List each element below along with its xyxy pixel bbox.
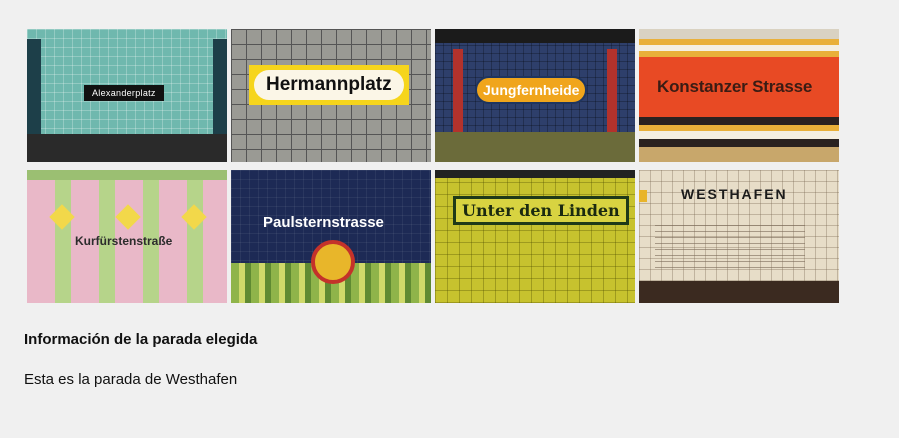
station-sign-text: Hermannplatz bbox=[254, 70, 404, 100]
diamond-decoration bbox=[49, 204, 75, 230]
station-thumb-hermannplatz[interactable]: Hermannplatz bbox=[231, 29, 431, 162]
station-thumb-alexanderplatz[interactable]: Alexanderplatz bbox=[27, 29, 227, 162]
ceiling-decoration bbox=[435, 29, 635, 43]
ceiling-decoration bbox=[435, 170, 635, 178]
diamond-decoration bbox=[181, 204, 207, 230]
frame-decoration bbox=[213, 39, 227, 139]
floor-decoration bbox=[435, 132, 635, 162]
station-thumb-konstanzer-strasse[interactable]: Konstanzer Strasse bbox=[639, 29, 839, 162]
station-thumb-westhafen[interactable]: WESTHAFEN bbox=[639, 170, 839, 303]
station-thumb-paulsternstrasse[interactable]: Paulsternstrasse bbox=[231, 170, 431, 303]
station-sign: Konstanzer Strasse bbox=[657, 77, 813, 96]
station-thumb-kurfuerstenstrasse[interactable]: Kurfürstenstraße bbox=[27, 170, 227, 303]
info-heading: Información de la parada elegida bbox=[24, 331, 258, 348]
info-text: Esta es la parada de Westhafen bbox=[24, 371, 238, 388]
frame-decoration bbox=[27, 39, 41, 139]
floor-decoration bbox=[639, 281, 839, 303]
station-thumb-jungfernheide[interactable]: Jungfernheide bbox=[435, 29, 635, 162]
ornament-decoration bbox=[453, 49, 463, 139]
schedule-decoration bbox=[655, 220, 805, 270]
marker-decoration bbox=[639, 190, 647, 202]
station-sign: Kurfürstenstraße bbox=[75, 234, 173, 248]
station-sign: Hermannplatz bbox=[249, 65, 409, 105]
floor-decoration bbox=[27, 134, 227, 162]
diamond-decoration bbox=[115, 204, 141, 230]
station-sign: Alexanderplatz bbox=[84, 85, 164, 101]
station-sign: Unter den Linden bbox=[453, 196, 629, 225]
ornament-decoration bbox=[607, 49, 617, 139]
station-thumb-unter-den-linden[interactable]: Unter den Linden bbox=[435, 170, 635, 303]
ceiling-decoration bbox=[27, 170, 227, 180]
station-sign: Jungfernheide bbox=[475, 76, 588, 104]
station-sign: Paulsternstrasse bbox=[263, 214, 384, 231]
station-gallery: Alexanderplatz Hermannplatz Jungfernheid… bbox=[27, 29, 839, 303]
flower-decoration bbox=[311, 240, 355, 284]
station-sign: WESTHAFEN bbox=[681, 186, 788, 202]
